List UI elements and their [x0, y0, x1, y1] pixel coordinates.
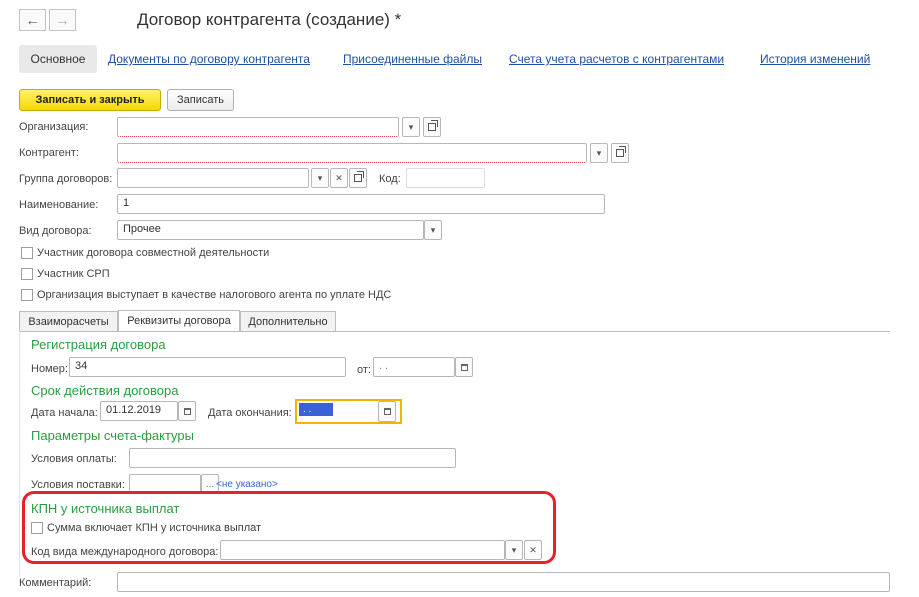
tab-divider [19, 331, 890, 332]
intl-contract-code-clear-button[interactable]: ✕ [524, 540, 542, 560]
comment-label: Комментарий: [19, 577, 92, 589]
arrow-left-icon: ← [25, 12, 40, 28]
organization-label: Организация: [19, 121, 89, 133]
counterparty-open-button[interactable] [611, 143, 629, 163]
intl-contract-code-label: Код вида международного договора: [31, 546, 219, 558]
srp-label: Участник СРП [37, 268, 110, 280]
intl-contract-code-field[interactable] [220, 540, 505, 560]
comment-field[interactable] [117, 572, 890, 592]
contract-type-dropdown-button[interactable]: ▾ [424, 220, 442, 240]
end-date-label: Дата окончания: [208, 407, 292, 419]
chevron-down-icon: ▾ [596, 147, 602, 158]
counterparty-label: Контрагент: [19, 147, 79, 159]
close-icon: ✕ [335, 172, 343, 183]
page-title: Договор контрагента (создание) * [137, 10, 402, 29]
contract-type-field[interactable]: Прочее [117, 220, 424, 240]
delivery-terms-label: Условия поставки: [31, 479, 125, 491]
chevron-down-icon: ▾ [430, 224, 436, 235]
calendar-icon [183, 407, 191, 415]
tab-additional[interactable]: Дополнительно [240, 311, 336, 331]
joint-activity-label: Участник договора совместной деятельност… [37, 247, 270, 259]
end-date-field[interactable]: . . [299, 403, 333, 416]
payment-terms-field[interactable] [129, 448, 456, 468]
tab-accounts[interactable]: Счета учета расчетов с контрагентами [509, 52, 724, 66]
chevron-down-icon: ▾ [317, 172, 323, 183]
chevron-down-icon: ▾ [408, 121, 414, 132]
delivery-terms-link[interactable]: <не указано> [216, 479, 278, 490]
group-label: Группа договоров: [19, 173, 113, 185]
kpn-section-title: КПН у источника выплат [31, 501, 180, 516]
group-clear-button[interactable]: ✕ [330, 168, 348, 188]
chevron-down-icon: ▾ [511, 544, 517, 555]
save-button[interactable]: Записать [167, 89, 234, 111]
name-field[interactable]: 1 [117, 194, 605, 214]
srp-checkbox[interactable] [21, 268, 33, 280]
group-open-button[interactable] [349, 168, 367, 188]
code-field[interactable] [406, 168, 485, 188]
start-date-calendar-button[interactable] [178, 401, 196, 421]
number-label: Номер: [31, 363, 68, 375]
code-label: Код: [379, 173, 401, 185]
group-field[interactable] [117, 168, 309, 188]
back-button[interactable]: ← [19, 9, 46, 31]
vat-agent-checkbox[interactable] [21, 289, 33, 301]
organization-field[interactable] [117, 117, 399, 137]
tab-documents[interactable]: Документы по договору контрагента [108, 52, 310, 66]
kpn-included-label: Сумма включает КПН у источника выплат [47, 522, 262, 534]
forward-button[interactable]: → [49, 9, 76, 31]
kpn-included-checkbox[interactable] [31, 522, 43, 534]
tab-main[interactable]: Основное [19, 45, 97, 73]
arrow-right-icon: → [55, 12, 70, 28]
counterparty-field[interactable] [117, 143, 587, 163]
close-icon: ✕ [529, 544, 537, 555]
organization-open-button[interactable] [423, 117, 441, 137]
tab-settlements[interactable]: Взаиморасчеты [19, 311, 118, 331]
counterparty-dropdown-button[interactable]: ▾ [590, 143, 608, 163]
date-from-field[interactable]: . . [373, 357, 455, 377]
start-date-field[interactable]: 01.12.2019 [100, 401, 178, 421]
group-dropdown-button[interactable]: ▾ [311, 168, 329, 188]
tab-panel-border [19, 331, 20, 577]
calendar-icon [460, 363, 468, 371]
open-form-icon [616, 146, 626, 157]
calendar-icon [383, 408, 391, 415]
save-and-close-button[interactable]: Записать и закрыть [19, 89, 161, 111]
number-field[interactable]: 34 [69, 357, 346, 377]
open-form-icon [354, 171, 364, 182]
vat-agent-label: Организация выступает в качестве налогов… [37, 289, 392, 301]
end-date-calendar-button[interactable] [378, 401, 396, 422]
validity-section-title: Срок действия договора [31, 383, 179, 398]
date-from-label: от: [357, 364, 371, 376]
start-date-label: Дата начала: [31, 407, 98, 419]
registration-section-title: Регистрация договора [31, 337, 166, 352]
organization-dropdown-button[interactable]: ▾ [402, 117, 420, 137]
invoice-section-title: Параметры счета-фактуры [31, 428, 194, 443]
intl-contract-code-dropdown-button[interactable]: ▾ [505, 540, 523, 560]
ellipsis-icon: … [205, 479, 215, 489]
date-from-calendar-button[interactable] [455, 357, 473, 377]
contract-type-label: Вид договора: [19, 225, 92, 237]
tab-requisites[interactable]: Реквизиты договора [118, 310, 240, 331]
payment-terms-label: Условия оплаты: [31, 453, 117, 465]
tab-files[interactable]: Присоединенные файлы [343, 52, 482, 66]
name-label: Наименование: [19, 199, 99, 211]
tab-history[interactable]: История изменений [760, 52, 870, 66]
joint-activity-checkbox[interactable] [21, 247, 33, 259]
open-form-icon [428, 120, 438, 131]
